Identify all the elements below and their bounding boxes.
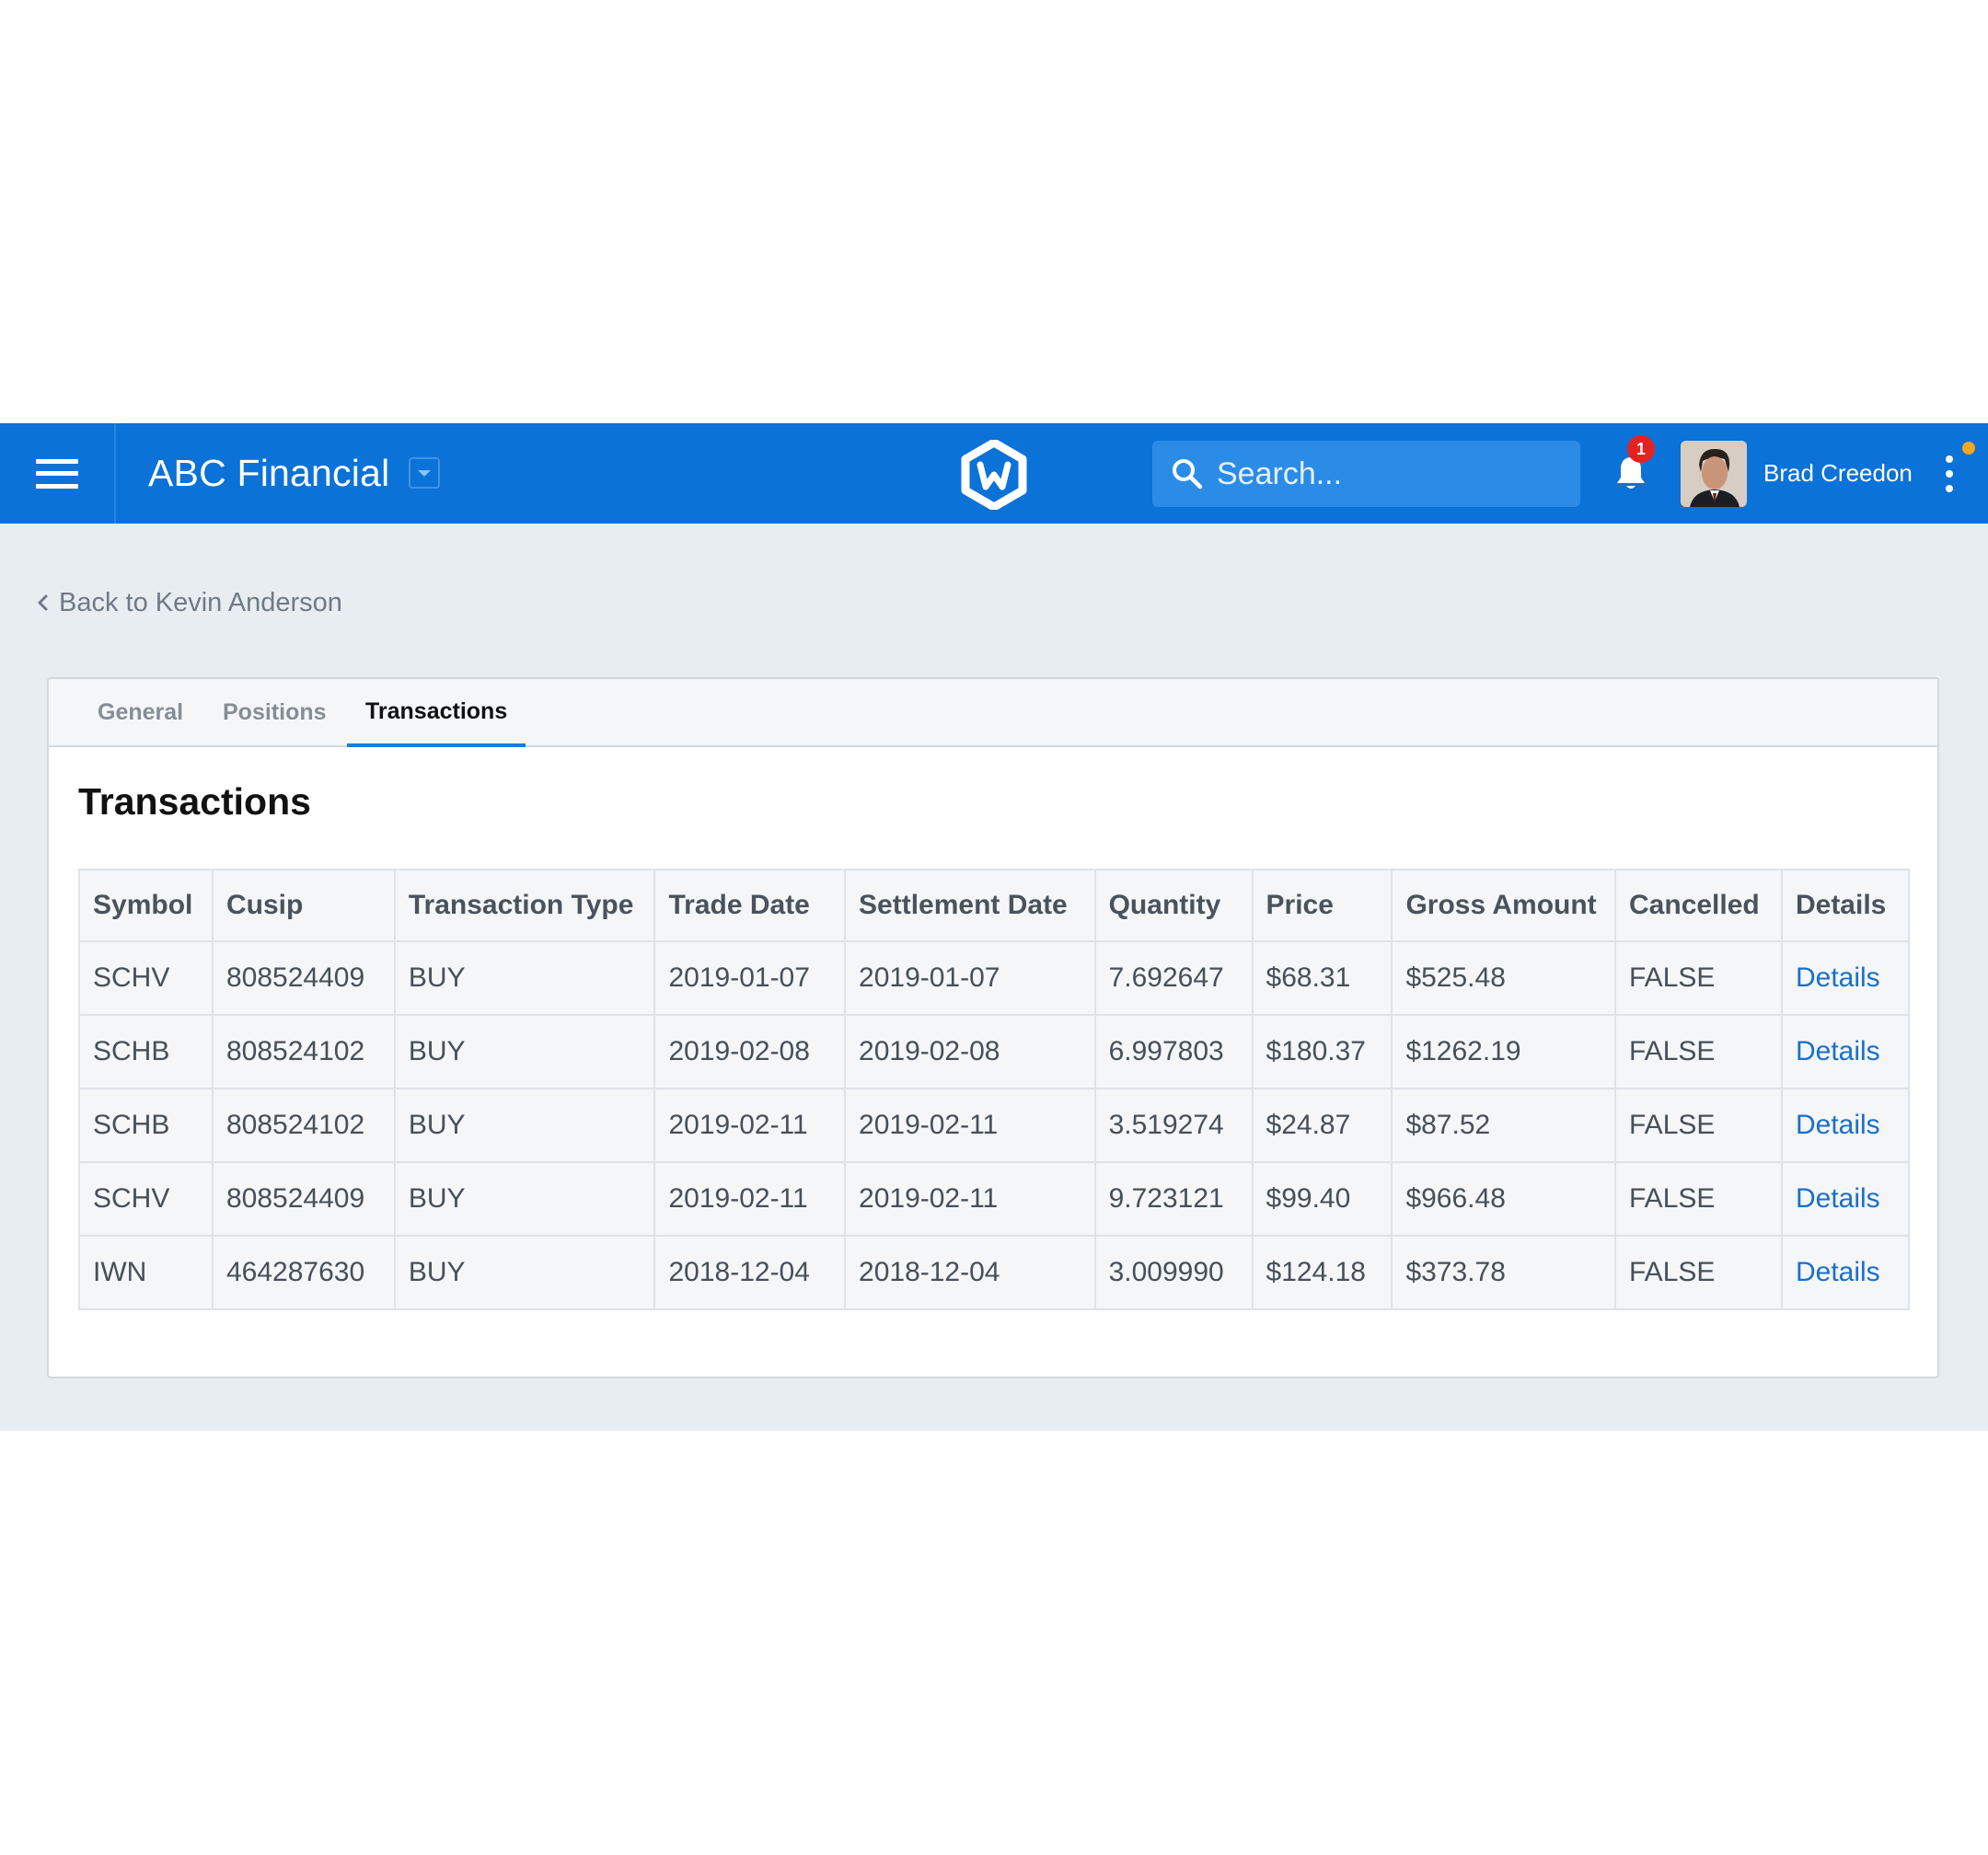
details-link[interactable]: Details xyxy=(1780,1014,1911,1089)
cell-quantity: 3.519274 xyxy=(1093,1088,1254,1163)
tab-positions[interactable]: Positions xyxy=(223,679,327,745)
column-header-cancelled[interactable]: Cancelled xyxy=(1614,869,1783,942)
column-header-symbol[interactable]: Symbol xyxy=(78,869,214,942)
column-header-quantity[interactable]: Quantity xyxy=(1093,869,1254,942)
cell-price: $99.40 xyxy=(1251,1161,1393,1237)
cell-settlement-date: 2019-01-07 xyxy=(844,940,1096,1016)
table-row: IWN 464287630 BUY 2018-12-04 2018-12-04 … xyxy=(78,1235,1911,1310)
cell-trade-date: 2019-02-11 xyxy=(653,1088,847,1163)
cell-symbol: SCHB xyxy=(78,1088,214,1163)
column-header-details[interactable]: Details xyxy=(1780,869,1911,942)
back-link[interactable]: Back to Kevin Anderson xyxy=(33,584,342,621)
cell-trade-date: 2019-01-07 xyxy=(653,940,847,1016)
brand-dropdown-button[interactable] xyxy=(409,457,440,489)
cell-quantity: 3.009990 xyxy=(1093,1235,1254,1310)
avatar[interactable] xyxy=(1681,441,1747,507)
cell-price: $124.18 xyxy=(1251,1235,1393,1310)
app-window: ABC Financial 1 xyxy=(0,423,1988,1431)
cell-transaction-type: BUY xyxy=(393,940,656,1016)
cell-symbol: SCHB xyxy=(78,1014,214,1089)
account-details-card: General Positions Transactions Transacti… xyxy=(47,677,1939,1378)
brand-name[interactable]: ABC Financial xyxy=(148,423,389,524)
chevron-left-icon xyxy=(38,594,48,611)
cell-settlement-date: 2019-02-08 xyxy=(844,1014,1096,1089)
cell-cusip: 808524102 xyxy=(211,1014,396,1089)
section-title: Transactions xyxy=(78,780,311,823)
back-link-label: Back to Kevin Anderson xyxy=(59,587,342,617)
column-header-gross-amount[interactable]: Gross Amount xyxy=(1391,869,1617,942)
column-header-trade-date[interactable]: Trade Date xyxy=(653,869,847,942)
table-row: SCHV 808524409 BUY 2019-01-07 2019-01-07… xyxy=(78,940,1911,1016)
details-link[interactable]: Details xyxy=(1780,940,1911,1016)
tab-general[interactable]: General xyxy=(98,679,183,745)
table-row: SCHV 808524409 BUY 2019-02-11 2019-02-11… xyxy=(78,1161,1911,1237)
search-box[interactable] xyxy=(1152,441,1580,507)
cell-cancelled: FALSE xyxy=(1614,940,1783,1016)
cell-cusip: 808524409 xyxy=(211,1161,396,1237)
app-logo-icon[interactable] xyxy=(961,440,1027,510)
tab-bar: General Positions Transactions xyxy=(49,679,1937,747)
table-row: SCHB 808524102 BUY 2019-02-08 2019-02-08… xyxy=(78,1014,1911,1089)
cell-symbol: SCHV xyxy=(78,1161,214,1237)
cell-trade-date: 2019-02-08 xyxy=(653,1014,847,1089)
cell-cusip: 808524102 xyxy=(211,1088,396,1163)
cell-gross-amount: $87.52 xyxy=(1391,1088,1617,1163)
table-header-row: Symbol Cusip Transaction Type Trade Date… xyxy=(78,869,1911,942)
cell-trade-date: 2018-12-04 xyxy=(653,1235,847,1310)
hamburger-menu-button[interactable] xyxy=(0,423,116,524)
user-photo-icon xyxy=(1681,441,1747,507)
cell-transaction-type: BUY xyxy=(393,1235,656,1310)
cell-price: $68.31 xyxy=(1251,940,1393,1016)
menu-icon xyxy=(36,458,78,489)
cell-price: $180.37 xyxy=(1251,1014,1393,1089)
cell-transaction-type: BUY xyxy=(393,1161,656,1237)
cell-symbol: IWN xyxy=(78,1235,214,1310)
column-header-cusip[interactable]: Cusip xyxy=(211,869,396,942)
cell-gross-amount: $966.48 xyxy=(1391,1161,1617,1237)
cell-transaction-type: BUY xyxy=(393,1014,656,1089)
cell-cancelled: FALSE xyxy=(1614,1235,1783,1310)
cell-cusip: 464287630 xyxy=(211,1235,396,1310)
user-name[interactable]: Brad Creedon xyxy=(1763,423,1913,524)
cell-gross-amount: $1262.19 xyxy=(1391,1014,1617,1089)
cell-settlement-date: 2019-02-11 xyxy=(844,1161,1096,1237)
cell-cusip: 808524409 xyxy=(211,940,396,1016)
cell-price: $24.87 xyxy=(1251,1088,1393,1163)
cell-cancelled: FALSE xyxy=(1614,1014,1783,1089)
search-input[interactable] xyxy=(1217,441,1566,507)
details-link[interactable]: Details xyxy=(1780,1235,1911,1310)
column-header-price[interactable]: Price xyxy=(1251,869,1393,942)
cell-quantity: 7.692647 xyxy=(1093,940,1254,1016)
details-link[interactable]: Details xyxy=(1780,1088,1911,1163)
search-icon xyxy=(1173,459,1203,490)
column-header-settlement-date[interactable]: Settlement Date xyxy=(844,869,1096,942)
top-navigation-bar: ABC Financial 1 xyxy=(0,423,1988,524)
column-header-transaction-type[interactable]: Transaction Type xyxy=(393,869,656,942)
cell-transaction-type: BUY xyxy=(393,1088,656,1163)
cell-cancelled: FALSE xyxy=(1614,1161,1783,1237)
transactions-table: Symbol Cusip Transaction Type Trade Date… xyxy=(78,869,1911,1310)
more-options-icon[interactable] xyxy=(1944,455,1955,492)
cell-gross-amount: $373.78 xyxy=(1391,1235,1617,1310)
cell-gross-amount: $525.48 xyxy=(1391,940,1617,1016)
cell-cancelled: FALSE xyxy=(1614,1088,1783,1163)
cell-settlement-date: 2018-12-04 xyxy=(844,1235,1096,1310)
table-row: SCHB 808524102 BUY 2019-02-11 2019-02-11… xyxy=(78,1088,1911,1163)
status-indicator-dot xyxy=(1962,442,1975,455)
cell-trade-date: 2019-02-11 xyxy=(653,1161,847,1237)
details-link[interactable]: Details xyxy=(1780,1161,1911,1237)
notification-count-badge: 1 xyxy=(1627,435,1655,463)
cell-quantity: 9.723121 xyxy=(1093,1161,1254,1237)
cell-quantity: 6.997803 xyxy=(1093,1014,1254,1089)
cell-settlement-date: 2019-02-11 xyxy=(844,1088,1096,1163)
cell-symbol: SCHV xyxy=(78,940,214,1016)
tab-transactions[interactable]: Transactions xyxy=(347,679,526,747)
